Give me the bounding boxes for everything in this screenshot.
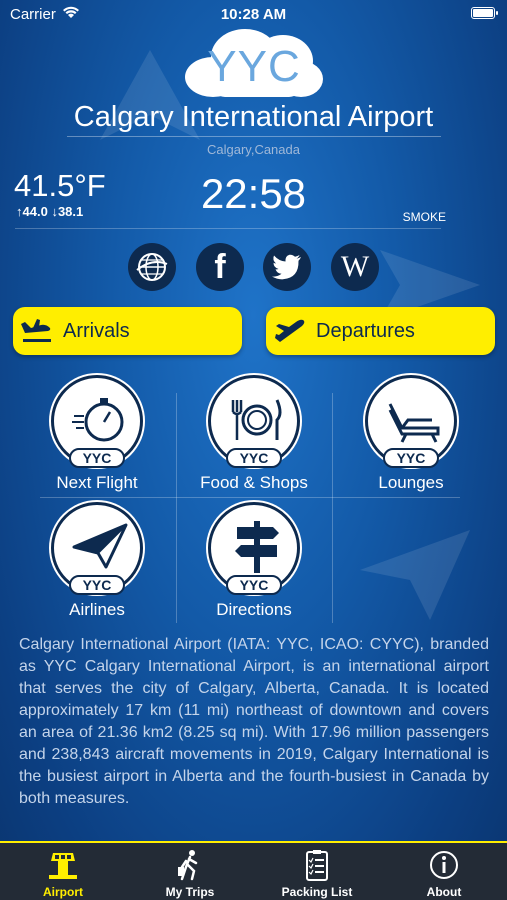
- twitter-icon: [272, 254, 301, 280]
- tab-label: My Trips: [165, 885, 215, 899]
- tile-badge: YYC: [226, 448, 282, 468]
- tile-label: Directions: [216, 600, 292, 619]
- checklist-icon: [306, 850, 328, 881]
- tile-lounges[interactable]: YYC Lounges: [341, 375, 481, 493]
- tab-airport[interactable]: Airport: [0, 843, 126, 900]
- paper-plane-icon: [72, 523, 128, 569]
- grid-divider: [40, 497, 460, 498]
- airport-description: Calgary International Airport (IATA: YYC…: [19, 636, 489, 807]
- status-time: 10:28 AM: [220, 6, 287, 23]
- airport-code: YYC: [207, 42, 301, 91]
- background-plane-icon: [360, 530, 470, 620]
- tile-circle: YYC: [208, 375, 300, 468]
- departures-label: Departures: [316, 319, 415, 342]
- tile-label: Food & Shops: [200, 473, 308, 492]
- divider: [67, 136, 441, 137]
- arrivals-button[interactable]: Arrivals: [13, 307, 242, 355]
- grid-divider: [176, 393, 177, 623]
- control-tower-icon: [49, 853, 77, 879]
- departures-button[interactable]: Departures: [266, 307, 495, 355]
- stopwatch-icon: [72, 398, 124, 442]
- tab-about[interactable]: About: [381, 843, 507, 900]
- tile-label: Airlines: [69, 600, 125, 619]
- dining-icon: [231, 399, 282, 440]
- status-bar: Carrier 10:28 AM: [0, 0, 507, 28]
- tile-circle: YYC: [51, 502, 143, 595]
- tile-label: Next Flight: [56, 473, 138, 492]
- web-icon: [136, 253, 168, 281]
- facebook-button[interactable]: f: [196, 243, 244, 291]
- tab-packing-list[interactable]: Packing List: [254, 843, 380, 900]
- facebook-icon: f: [214, 247, 226, 286]
- arrivals-label: Arrivals: [63, 319, 130, 342]
- tile-label: Lounges: [378, 473, 444, 492]
- airport-city: Calgary,Canada: [207, 142, 300, 157]
- tab-bar: Airport My Trips Packing List About: [0, 841, 507, 900]
- arrivals-plane-icon: [21, 319, 51, 342]
- grid-divider: [332, 393, 333, 623]
- info-icon: [430, 851, 458, 879]
- tile-badge: YYC: [383, 448, 439, 468]
- tile-directions[interactable]: YYC Directions: [184, 502, 324, 620]
- tab-my-trips[interactable]: My Trips: [127, 843, 253, 900]
- airport-code-cloud: YYC: [183, 27, 325, 99]
- weather-condition: SMOKE: [402, 210, 446, 224]
- tab-label: Airport: [43, 885, 83, 899]
- lounge-chair-icon: [388, 403, 440, 443]
- tile-badge: YYC: [226, 575, 282, 595]
- divider: [15, 228, 441, 229]
- tile-circle: YYC: [51, 375, 143, 468]
- tab-label: About: [426, 885, 462, 899]
- twitter-button[interactable]: [263, 243, 311, 291]
- tab-label: Packing List: [281, 885, 353, 899]
- tile-badge: YYC: [69, 575, 125, 595]
- wikipedia-button[interactable]: W: [331, 243, 379, 291]
- airport-name: Calgary International Airport: [73, 101, 434, 133]
- battery-icon: [471, 7, 498, 19]
- web-button[interactable]: [128, 243, 176, 291]
- traveler-icon: [178, 850, 198, 881]
- wikipedia-icon: W: [340, 250, 370, 283]
- tile-airlines[interactable]: YYC Airlines: [27, 502, 167, 620]
- tile-food-shops[interactable]: YYC Food & Shops: [184, 375, 324, 493]
- signpost-icon: [235, 521, 279, 573]
- tile-next-flight[interactable]: YYC Next Flight: [27, 375, 167, 493]
- tile-badge: YYC: [69, 448, 125, 468]
- tile-circle: YYC: [365, 375, 457, 468]
- departures-plane-icon: [275, 319, 305, 342]
- tile-circle: YYC: [208, 502, 300, 595]
